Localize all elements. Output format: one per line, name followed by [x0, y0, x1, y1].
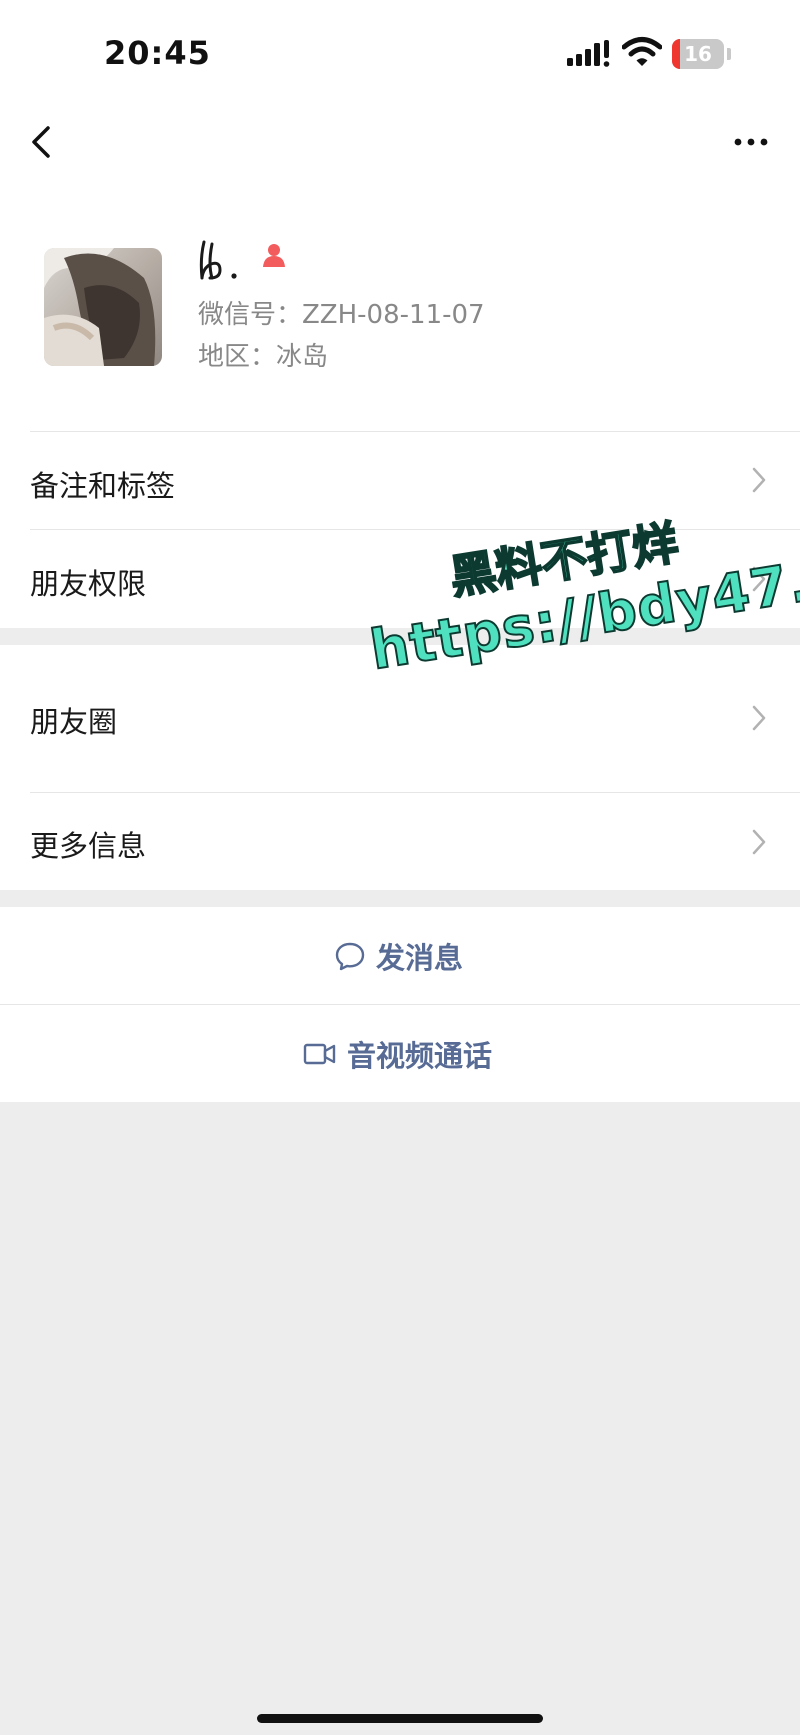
chevron-right-icon	[752, 829, 766, 855]
profile-header: ḃ. 微信号：ZZH-08-11-07 地区：冰岛	[0, 190, 800, 432]
wifi-icon	[622, 37, 662, 66]
region: 地区：冰岛	[198, 342, 329, 372]
row-label: 备注和标签	[30, 469, 176, 503]
settings-group-1: 备注和标签 朋友权限	[0, 431, 800, 628]
home-indicator[interactable]	[257, 1714, 543, 1723]
status-bar: 20:45 16	[0, 0, 800, 100]
female-gender-icon	[263, 244, 285, 267]
row-label: 朋友圈	[30, 705, 118, 739]
video-call-label: 音视频通话	[347, 1038, 493, 1073]
row-label: 更多信息	[30, 829, 147, 863]
send-message-button[interactable]: 发消息	[0, 907, 800, 1004]
more-options-icon[interactable]	[726, 122, 776, 162]
video-call-button[interactable]: 音视频通话	[0, 1005, 800, 1102]
avatar[interactable]	[44, 248, 162, 366]
row-remarks-tags[interactable]: 备注和标签	[0, 431, 800, 529]
wechat-id: 微信号：ZZH-08-11-07	[198, 300, 485, 330]
nickname-glyph	[199, 240, 237, 280]
row-label: 朋友权限	[30, 567, 147, 601]
cellular-signal-icon	[567, 40, 610, 67]
chevron-right-icon	[752, 566, 766, 592]
status-time: 20:45	[104, 34, 211, 72]
chevron-right-icon	[752, 705, 766, 731]
back-chevron-icon[interactable]	[22, 120, 62, 164]
chevron-right-icon	[752, 467, 766, 493]
nav-bar	[0, 100, 800, 190]
battery-icon: 16	[672, 39, 724, 69]
row-friend-permissions[interactable]: 朋友权限	[0, 530, 800, 628]
battery-level: 16	[684, 42, 712, 66]
video-camera-icon	[303, 1043, 336, 1064]
row-moments[interactable]: 朋友圈	[0, 645, 800, 792]
row-more-info[interactable]: 更多信息	[0, 793, 800, 890]
send-message-label: 发消息	[376, 940, 464, 975]
chat-bubble-icon	[335, 942, 365, 970]
battery-tip	[727, 48, 731, 60]
settings-group-2: 朋友圈 更多信息	[0, 645, 800, 890]
